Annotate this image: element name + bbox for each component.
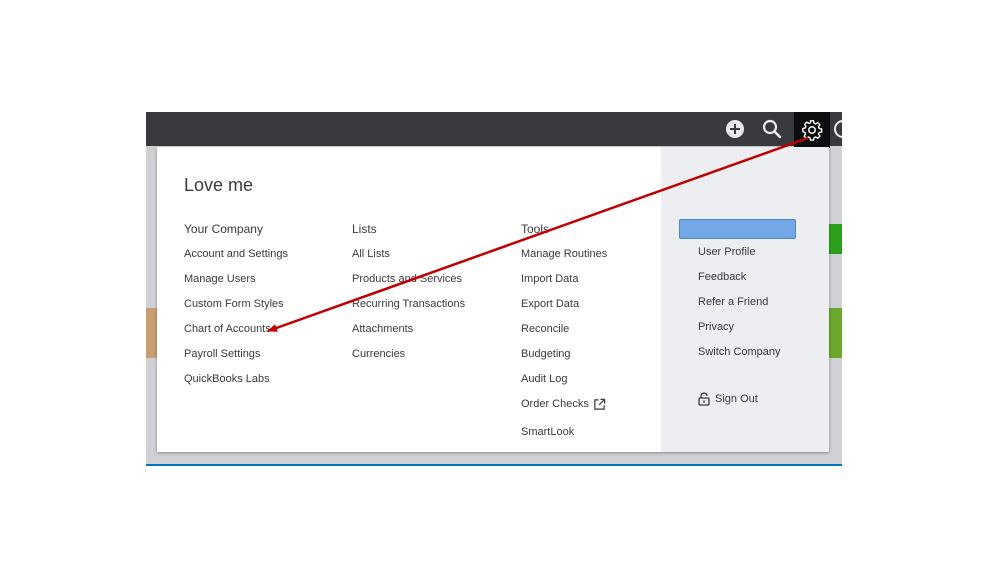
menu-item-manage-users[interactable]: Manage Users <box>184 272 288 297</box>
tools-heading: Tools <box>521 222 550 236</box>
lists-column: Lists All Lists Products and Services Re… <box>352 220 465 372</box>
background-green-block <box>829 308 842 358</box>
profile-action-button[interactable] <box>679 219 796 239</box>
menu-item-products-and-services[interactable]: Products and Services <box>352 272 465 297</box>
menu-item-order-checks: Order Checks <box>521 398 589 410</box>
company-name: Love me <box>184 175 254 195</box>
sign-out-label: Sign Out <box>715 393 758 405</box>
menu-item-payroll-settings[interactable]: Payroll Settings <box>184 347 288 372</box>
menu-item-custom-form-styles[interactable]: Custom Form Styles <box>184 297 288 322</box>
your-company-column: Your Company Account and Settings Manage… <box>184 220 288 397</box>
menu-item-all-lists[interactable]: All Lists <box>352 247 465 272</box>
gear-icon <box>802 120 823 141</box>
plus-icon <box>726 120 744 138</box>
top-navigation-bar <box>146 112 842 148</box>
menu-item-order-checks-row[interactable]: Order Checks <box>521 397 607 425</box>
search-icon <box>762 119 782 139</box>
background-orange-strip <box>146 308 157 358</box>
menu-item-reconcile[interactable]: Reconcile <box>521 322 607 347</box>
menu-item-export-data[interactable]: Export Data <box>521 297 607 322</box>
menu-item-user-profile[interactable]: User Profile <box>698 245 781 270</box>
clock-icon <box>834 120 842 138</box>
settings-button[interactable] <box>794 112 830 148</box>
menu-item-quickbooks-labs[interactable]: QuickBooks Labs <box>184 372 288 397</box>
menu-item-recurring-transactions[interactable]: Recurring Transactions <box>352 297 465 322</box>
app-screenshot: Love me Your Company Account and Setting… <box>146 112 842 466</box>
menu-item-chart-of-accounts[interactable]: Chart of Accounts <box>184 322 288 347</box>
menu-item-budgeting[interactable]: Budgeting <box>521 347 607 372</box>
external-link-icon <box>594 398 606 410</box>
menu-item-refer-a-friend[interactable]: Refer a Friend <box>698 295 781 320</box>
menu-item-switch-company[interactable]: Switch Company <box>698 345 781 370</box>
background-blue-line <box>146 464 842 466</box>
search-button[interactable] <box>760 112 784 146</box>
menu-item-import-data[interactable]: Import Data <box>521 272 607 297</box>
create-button[interactable] <box>724 112 746 146</box>
menu-item-feedback[interactable]: Feedback <box>698 270 781 295</box>
menu-item-privacy[interactable]: Privacy <box>698 320 781 345</box>
menu-item-currencies[interactable]: Currencies <box>352 347 465 372</box>
profile-links: User Profile Feedback Refer a Friend Pri… <box>698 245 781 370</box>
tools-column: Tools Manage Routines Import Data Export… <box>521 220 607 450</box>
settings-dropdown-panel: Love me Your Company Account and Setting… <box>157 147 829 452</box>
unlock-icon <box>698 392 710 406</box>
sign-out-button[interactable]: Sign Out <box>698 392 758 406</box>
help-button[interactable] <box>833 112 842 146</box>
your-company-heading: Your Company <box>184 222 263 236</box>
menu-item-attachments[interactable]: Attachments <box>352 322 465 347</box>
menu-item-smartlook[interactable]: SmartLook <box>521 425 607 450</box>
menu-item-audit-log[interactable]: Audit Log <box>521 372 607 397</box>
menu-item-manage-routines[interactable]: Manage Routines <box>521 247 607 272</box>
lists-heading: Lists <box>352 222 377 236</box>
background-green-tab <box>829 224 842 254</box>
menu-item-account-and-settings[interactable]: Account and Settings <box>184 247 288 272</box>
